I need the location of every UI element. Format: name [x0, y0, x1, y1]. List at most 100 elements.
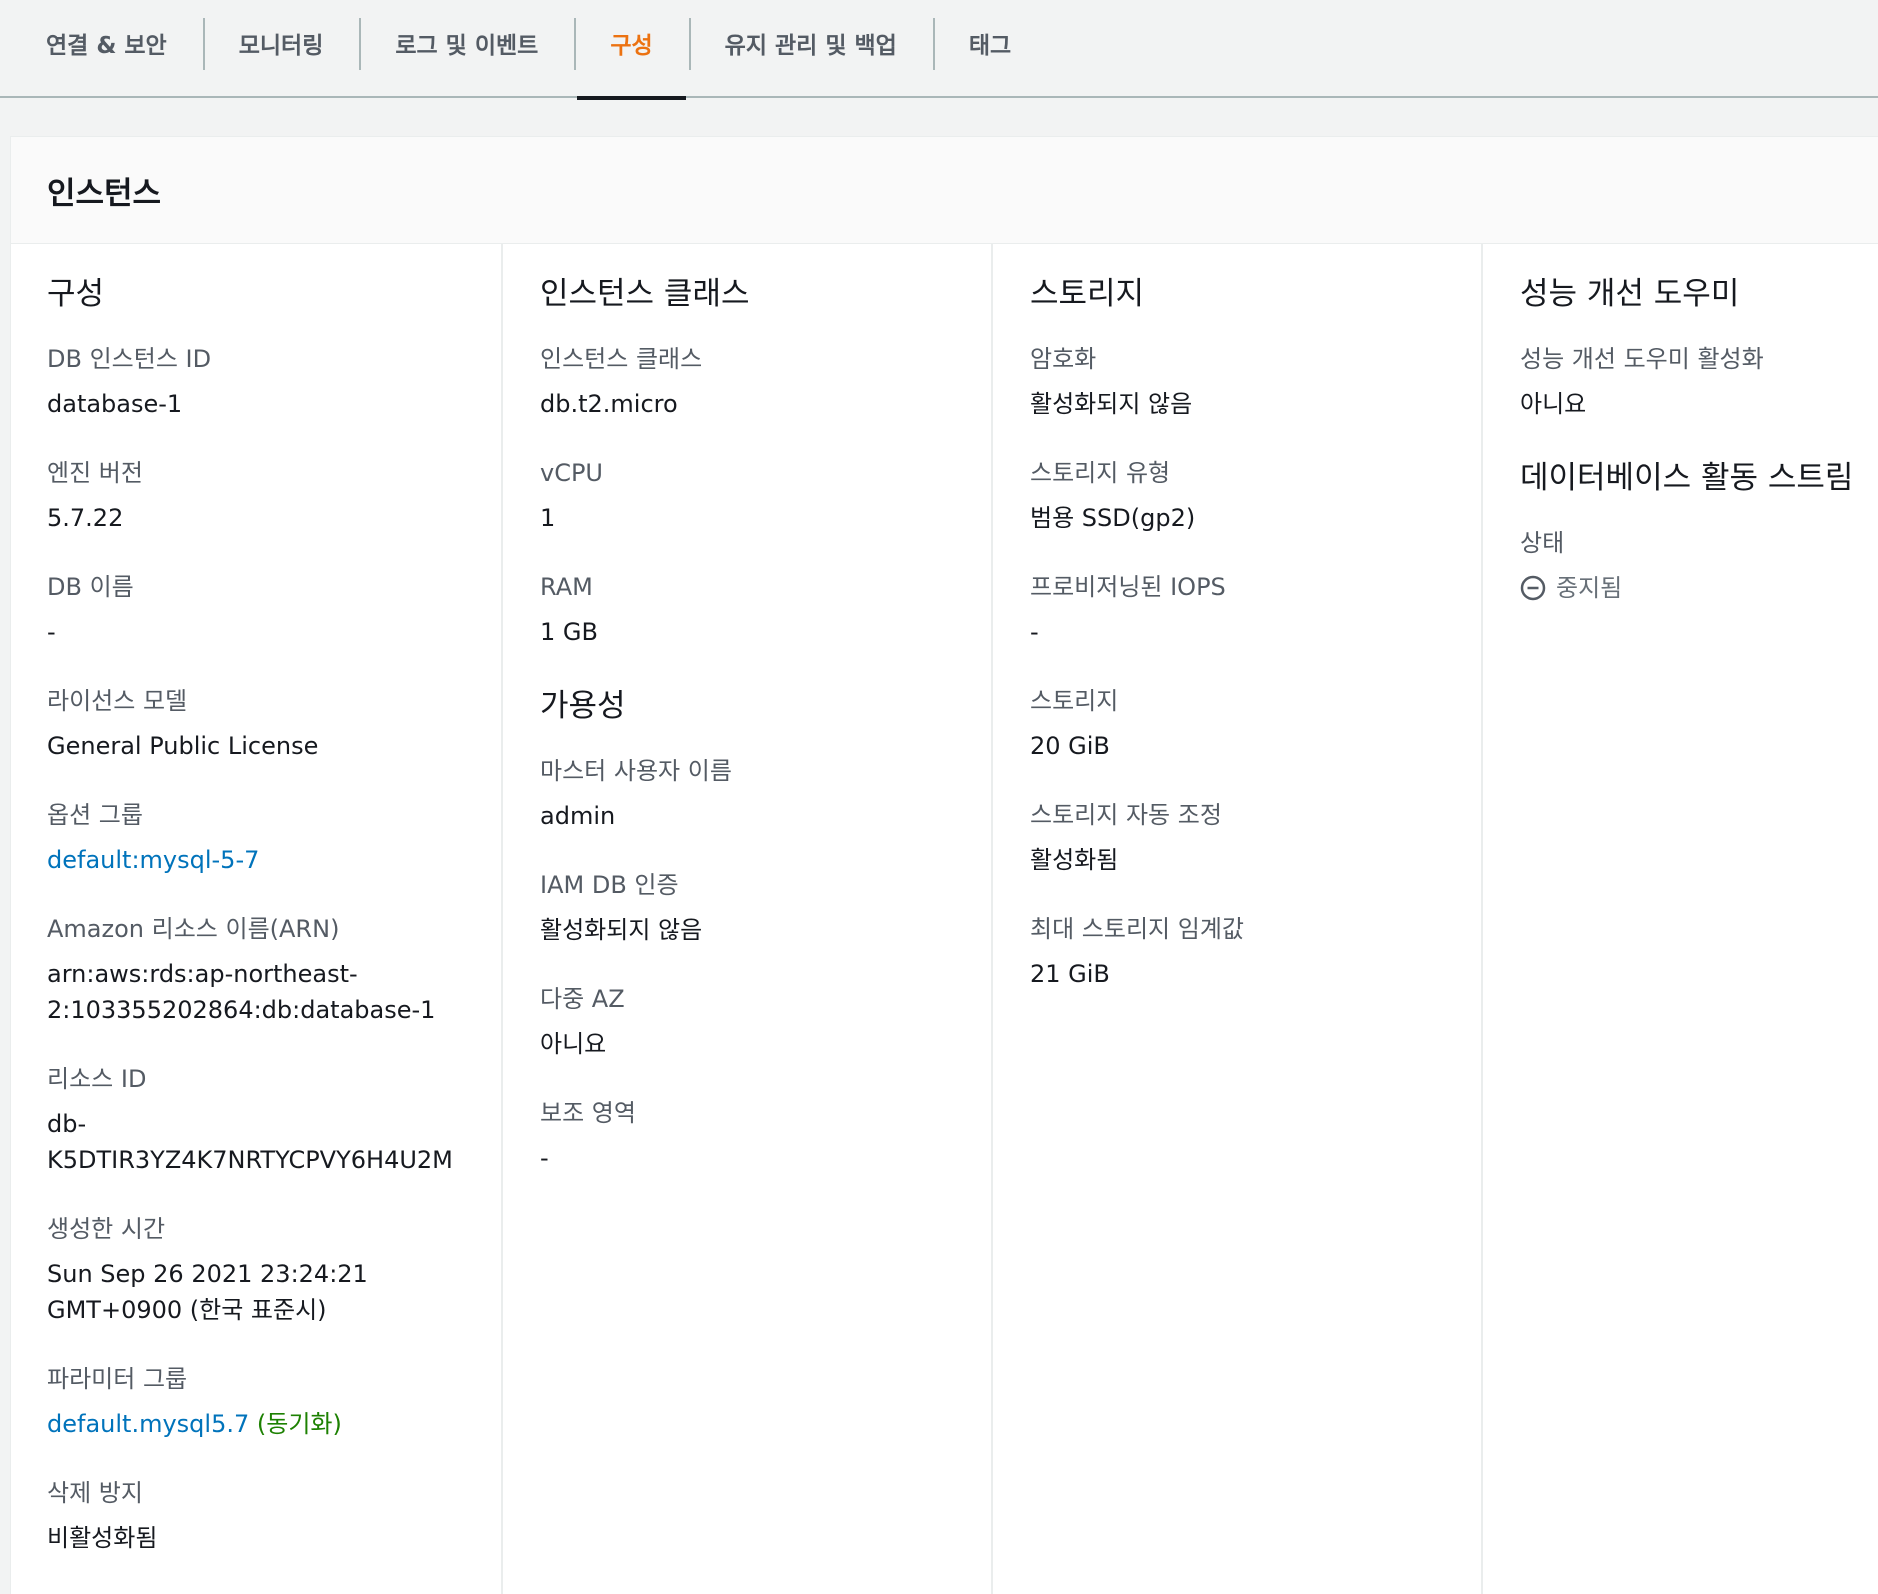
- field-label: 프로비저닝된 IOPS: [1030, 573, 1226, 601]
- field-value: db- K5DTIR3YZ4K7NRTYCPVY6H4U2M: [47, 1106, 502, 1178]
- field-label: 마스터 사용자 이름: [540, 757, 732, 785]
- option-group-link[interactable]: default:mysql-5-7: [47, 842, 502, 878]
- engine-version-field: 엔진 버전 5.7.22: [47, 458, 502, 536]
- deletion-protection-field: 삭제 방지 비활성화됨: [47, 1478, 502, 1556]
- field-value: 1 GB: [540, 618, 598, 646]
- arn-field: Amazon 리소스 이름(ARN) arn:aws:rds:ap-northe…: [47, 914, 502, 1028]
- resource-id-field: 리소스 ID db- K5DTIR3YZ4K7NRTYCPVY6H4U2M: [47, 1064, 502, 1178]
- config-title: 구성: [47, 276, 105, 312]
- provisioned-iops-field: 프로비저닝된 IOPS -: [1030, 572, 1481, 650]
- field-label: 옵션 그룹: [47, 801, 143, 829]
- field-label: 스토리지 유형: [1030, 459, 1171, 487]
- tab-monitoring[interactable]: 모니터링: [202, 18, 360, 80]
- field-value: -: [540, 1144, 549, 1172]
- field-label: 삭제 방지: [47, 1479, 143, 1507]
- field-value: 범용 SSD(gp2): [1030, 504, 1196, 532]
- storage-size-field: 스토리지 20 GiB: [1030, 686, 1481, 764]
- encryption-field: 암호화 활성화되지 않음: [1030, 344, 1481, 422]
- field-value: 아니요: [540, 1030, 607, 1058]
- field-value: default.mysql5.7 (동기화): [47, 1406, 502, 1442]
- secondary-zone-field: 보조 영역 -: [540, 1098, 991, 1176]
- arn-line-1: arn:aws:rds:ap-northeast-: [47, 960, 358, 988]
- iam-auth-field: IAM DB 인증 활성화되지 않음: [540, 870, 991, 948]
- ram-field: RAM 1 GB: [540, 572, 991, 650]
- license-model-field: 라이선스 모델 General Public License: [47, 686, 502, 764]
- tab-tags[interactable]: 태그: [932, 18, 1047, 80]
- tab-configuration[interactable]: 구성: [574, 18, 688, 100]
- field-label: RAM: [540, 573, 593, 601]
- storage-column: 스토리지 암호화 활성화되지 않음 스토리지 유형 범용 SSD(gp2) 프로…: [991, 244, 1481, 1594]
- field-value: admin: [540, 802, 616, 830]
- parameter-group-link[interactable]: default.mysql5.7: [47, 1410, 249, 1438]
- field-value: 5.7.22: [47, 504, 124, 532]
- config-column: 구성 DB 인스턴스 ID database-1 엔진 버전 5.7.22 DB…: [47, 244, 502, 1594]
- field-value: General Public License: [47, 732, 319, 760]
- field-value: 활성화되지 않음: [540, 916, 703, 944]
- tab-connectivity-security[interactable]: 연결 & 보안: [10, 18, 203, 80]
- sync-status: (동기화): [256, 1410, 342, 1438]
- field-value: 20 GiB: [1030, 732, 1110, 760]
- stopped-icon: [1520, 575, 1546, 601]
- field-label: 인스턴스 클래스: [540, 345, 703, 373]
- panel-title: 인스턴스: [11, 137, 1878, 244]
- field-value: 21 GiB: [1030, 960, 1110, 988]
- status-indicator: 중지됨: [1520, 570, 1878, 606]
- field-label: 성능 개선 도우미 활성화: [1520, 345, 1764, 373]
- vcpu-field: vCPU 1: [540, 458, 991, 536]
- field-label: 생성한 시간: [47, 1215, 166, 1243]
- activity-stream-status-field: 상태 중지됨: [1520, 528, 1878, 606]
- multi-az-field: 다중 AZ 아니요: [540, 984, 991, 1062]
- created-time-line-1: Sun Sep 26 2021 23:24:21: [47, 1260, 368, 1288]
- field-value: -: [47, 618, 56, 646]
- option-group-field: 옵션 그룹 default:mysql-5-7: [47, 800, 502, 878]
- field-label: Amazon 리소스 이름(ARN): [47, 915, 340, 943]
- max-storage-threshold-field: 최대 스토리지 임계값 21 GiB: [1030, 914, 1481, 992]
- tab-logs-events[interactable]: 로그 및 이벤트: [359, 18, 574, 80]
- field-label: DB 이름: [47, 573, 134, 601]
- field-value: 1: [540, 504, 556, 532]
- master-user-field: 마스터 사용자 이름 admin: [540, 756, 991, 834]
- performance-insights-enabled-field: 성능 개선 도우미 활성화 아니요: [1520, 344, 1878, 422]
- field-label: 상태: [1520, 529, 1565, 557]
- performance-column: 성능 개선 도우미 성능 개선 도우미 활성화 아니요 데이터베이스 활동 스트…: [1481, 244, 1878, 1594]
- arn-line-2: 2:103355202864:db:database-1: [47, 996, 436, 1024]
- field-label: IAM DB 인증: [540, 871, 679, 899]
- storage-autoscaling-field: 스토리지 자동 조정 활성화됨: [1030, 800, 1481, 878]
- instance-class-field: 인스턴스 클래스 db.t2.micro: [540, 344, 991, 422]
- storage-type-field: 스토리지 유형 범용 SSD(gp2): [1030, 458, 1481, 536]
- field-label: 엔진 버전: [47, 459, 143, 487]
- field-label: 파라미터 그룹: [47, 1365, 188, 1393]
- parameter-group-field: 파라미터 그룹 default.mysql5.7 (동기화): [47, 1364, 502, 1442]
- field-value: -: [1030, 618, 1039, 646]
- field-value: 활성화됨: [1030, 846, 1119, 874]
- status-text: 중지됨: [1556, 574, 1623, 602]
- field-label: 라이선스 모델: [47, 687, 188, 715]
- details-columns: 구성 DB 인스턴스 ID database-1 엔진 버전 5.7.22 DB…: [11, 244, 1878, 1594]
- resource-id-line-1: db-: [47, 1110, 87, 1138]
- storage-title: 스토리지: [1030, 276, 1145, 312]
- field-label: 보조 영역: [540, 1099, 636, 1127]
- db-instance-id-field: DB 인스턴스 ID database-1: [47, 344, 502, 422]
- tab-maintenance-backup[interactable]: 유지 관리 및 백업: [688, 18, 933, 80]
- created-time-line-2: GMT+0900 (한국 표준시): [47, 1296, 327, 1324]
- field-label: 최대 스토리지 임계값: [1030, 915, 1244, 943]
- field-label: DB 인스턴스 ID: [47, 345, 212, 373]
- db-name-field: DB 이름 -: [47, 572, 502, 650]
- activity-stream-title: 데이터베이스 활동 스트림: [1520, 460, 1854, 496]
- tab-bar: 연결 & 보안 모니터링 로그 및 이벤트 구성 유지 관리 및 백업 태그: [0, 0, 1878, 100]
- field-label: 암호화: [1030, 345, 1097, 373]
- instance-panel: 인스턴스 구성 DB 인스턴스 ID database-1 엔진 버전 5.7.…: [10, 136, 1878, 1594]
- field-label: 스토리지 자동 조정: [1030, 801, 1222, 829]
- field-label: 스토리지: [1030, 687, 1119, 715]
- field-label: vCPU: [540, 459, 603, 487]
- field-value: 비활성화됨: [47, 1524, 158, 1552]
- field-value: arn:aws:rds:ap-northeast- 2:103355202864…: [47, 956, 502, 1028]
- field-value: database-1: [47, 390, 183, 418]
- field-value: db.t2.micro: [540, 390, 678, 418]
- resource-id-line-2: K5DTIR3YZ4K7NRTYCPVY6H4U2M: [47, 1146, 453, 1174]
- field-label: 리소스 ID: [47, 1065, 147, 1093]
- availability-title: 가용성: [540, 688, 626, 724]
- performance-insights-title: 성능 개선 도우미: [1520, 276, 1740, 312]
- created-time-field: 생성한 시간 Sun Sep 26 2021 23:24:21 GMT+0900…: [47, 1214, 502, 1328]
- field-value: 활성화되지 않음: [1030, 390, 1193, 418]
